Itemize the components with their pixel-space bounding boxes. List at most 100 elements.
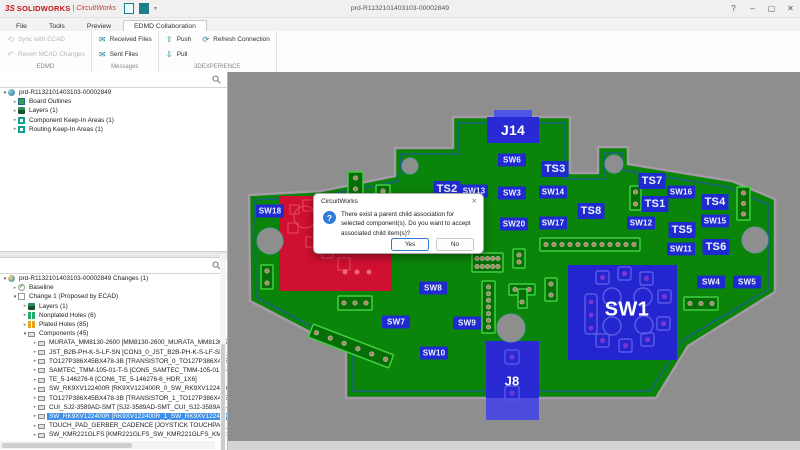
tree-item-components-45[interactable]: ▾Components (45)	[0, 329, 227, 338]
comp-icon	[38, 433, 45, 438]
changes-tree-vertical-scrollbar[interactable]	[220, 254, 226, 450]
comp-icon	[38, 387, 45, 392]
tree-item-label: Nonplated Holes (6)	[37, 312, 98, 319]
no-button[interactable]: No	[436, 238, 474, 251]
close-button[interactable]: ✕	[781, 1, 800, 17]
pcb-connector[interactable]	[482, 281, 495, 333]
tree-item-routing-keep-in-areas-1[interactable]: ▸Routing Keep-In Areas (1)	[0, 125, 227, 134]
tree-item-label: Routing Keep-In Areas (1)	[27, 126, 105, 133]
comp-icon	[38, 350, 45, 355]
dialog-message: There exist a parent child association f…	[341, 210, 475, 238]
tree-item-prd-r1132101403103-00002849[interactable]: ▾prd-R1132101403103-00002849	[0, 88, 227, 97]
pcb-connector[interactable]	[513, 249, 525, 268]
layers-icon	[18, 107, 25, 114]
tree-item-murata-mm8130-2600-mm8130-2600-murata-mm[interactable]: ▸MURATA_MM8130-2600 [MM8130-2600_MURATA_…	[0, 338, 227, 347]
tree-item-layers-1[interactable]: ▸Layers (1)	[0, 302, 227, 311]
tree-item-label: MURATA_MM8130-2600 [MM8130-2600_MURATA_M…	[47, 339, 227, 346]
tree-item-label: TO127P386X45BX478-3B [TRANSISTOR_0_TO127…	[47, 358, 227, 365]
tree-item-label: prd-R1132101403103-00002849	[17, 89, 113, 96]
comp-icon	[38, 359, 45, 364]
comp-icon	[38, 424, 45, 429]
title-bar: 3S SOLIDWORKS | CircuitWorks ▾ prd-R1132…	[0, 0, 800, 18]
tree-item-layers-1[interactable]: ▸Layers (1)	[0, 106, 227, 115]
sync-with-ecad-button: ⟲Sync with ECAD	[6, 33, 65, 46]
sent-icon: ✉	[98, 50, 107, 59]
tree-item-label: prd-R1132101403103-00002849 Changes (1)	[17, 275, 150, 282]
tree-item-component-keep-in-areas-1[interactable]: ▸Component Keep-In Areas (1)	[0, 116, 227, 125]
ds-logo-icon: 3S	[5, 4, 15, 13]
quick-access-dropdown-icon[interactable]: ▾	[154, 5, 157, 12]
maximize-button[interactable]: ▢	[762, 1, 781, 17]
globe2-icon	[8, 275, 15, 282]
tree-item-samtec-tmm-105-01-t-s-con5-samtec-tmm-10[interactable]: ▸SAMTEC_TMM-105-01-T-S [CON5_SAMTEC_TMM-…	[0, 366, 227, 375]
tree-item-touch-pad-gerber-cadence-joystick-touchp[interactable]: ▸TOUCH_PAD_GERBER_CADENCE [JOYSTICK TOUC…	[0, 421, 227, 430]
comp-icon	[38, 414, 45, 419]
pcb-connector[interactable]	[630, 186, 641, 210]
globe-icon	[8, 89, 15, 96]
tree-item-prd-r1132101403103-00002849-changes-1[interactable]: ▾prd-R1132101403103-00002849 Changes (1)	[0, 274, 227, 283]
tree-item-to127p386x45bx478-3b-transistor-0-to127p[interactable]: ▸TO127P386X45BX478-3B [TRANSISTOR_0_TO12…	[0, 357, 227, 366]
tree-item-label: SW_RK9XV122400R [RK9XV122400R_0_SW_RK9XV…	[47, 385, 227, 392]
pcb-viewport[interactable]: SW18TS2SW13J14SW6TS3SW3SW14SW20SW17TS8TS…	[228, 72, 800, 450]
tree-item-change-1-proposed-by-ecad[interactable]: ▾Change 1 (Proposed by ECAD)	[0, 292, 227, 301]
received-icon: ✉	[98, 35, 107, 44]
received-files-button[interactable]: ✉Received Files	[98, 33, 152, 46]
tree-item-to127p386x45bx478-3b-transistor-1-to127p[interactable]: ▸TO127P386X45BX478-3B [TRANSISTOR_1_TO12…	[0, 393, 227, 402]
tree-item-label: Baseline	[27, 284, 56, 291]
comp-icon	[38, 378, 45, 383]
ribbon-group-label: 3DEXPERIENCE	[165, 62, 270, 72]
j8-connector[interactable]	[486, 341, 539, 420]
ribbon-group-label: Messages	[98, 62, 152, 72]
new-document-icon[interactable]	[124, 3, 134, 14]
tree-item-plated-holes-85[interactable]: ▸Plated Holes (85)	[0, 320, 227, 329]
comps-icon	[28, 332, 35, 337]
tree-item-baseline[interactable]: ▸✓Baseline	[0, 283, 227, 292]
push-button[interactable]: ⇧Push	[165, 33, 192, 46]
tree-item-cui-sj2-3589ad-smt-sj2-3589ad-smt-cui-sj[interactable]: ▸CUI_SJ2-3589AD-SMT [SJ2-3589AD-SMT_CUI_…	[0, 403, 227, 412]
baseline-icon: ✓	[18, 284, 25, 291]
minimize-button[interactable]: –	[743, 1, 762, 17]
window-title: prd-R1132101403103-00002849	[0, 5, 800, 12]
pcb-connector[interactable]	[338, 296, 372, 310]
yes-button[interactable]: Yes	[391, 238, 429, 251]
comp-icon	[38, 396, 45, 401]
pcb-connector[interactable]	[545, 278, 557, 301]
tree-item-sw-kmr221glfs-kmr221glfs-sw-kmr221glfs-k[interactable]: ▸SW_KMR221GLFS [KMR221GLFS_SW_KMR221GLFS…	[0, 430, 227, 438]
changes-search-input[interactable]	[0, 258, 227, 274]
tree-item-label: Components (45)	[37, 330, 90, 337]
tree-item-te-5-146276-6-con6-te-5-146276-6-hdr-1x6[interactable]: ▸TE_5-146276-6 [CON6_TE_5-146276-6_HDR_1…	[0, 375, 227, 384]
j14-connector[interactable]	[487, 110, 539, 143]
tree-item-label: Plated Holes (85)	[37, 321, 90, 328]
dialog-close-icon[interactable]: ✕	[472, 197, 477, 205]
changes-tree-horizontal-scrollbar[interactable]	[0, 441, 215, 449]
pcb-board-canvas	[228, 72, 800, 450]
p-icon	[28, 321, 35, 328]
circuitworks-window: 3S SOLIDWORKS | CircuitWorks ▾ prd-R1132…	[0, 0, 800, 450]
sw1-component[interactable]	[568, 265, 677, 360]
save-icon[interactable]	[139, 3, 149, 14]
refresh-connection-button[interactable]: ⟳Refresh Connection	[201, 33, 269, 46]
tree-item-label: CUI_SJ2-3589AD-SMT [SJ2-3589AD-SMT_CUI_S…	[47, 404, 227, 411]
explorer-search-input[interactable]	[0, 72, 227, 88]
tree-item-label: SAMTEC_TMM-105-01-T-S [CON5_SAMTEC_TMM-1…	[47, 367, 227, 374]
canvas-bottom-strip	[228, 441, 800, 450]
keepin-icon	[18, 126, 25, 133]
keepin-icon	[18, 117, 25, 124]
pcb-connector[interactable]	[348, 172, 363, 195]
pcb-connector[interactable]	[540, 238, 640, 251]
layers-icon	[28, 303, 35, 310]
tree-item-jst-b2b-ph-k-s-lf-sn-con3-0-jst-b2b-ph-k[interactable]: ▸JST_B2B-PH-K-S-LF-SN [CON3_0_JST_B2B-PH…	[0, 348, 227, 357]
np-icon	[28, 312, 35, 319]
tree-item-board-outlines[interactable]: ▸Board Outlines	[0, 97, 227, 106]
comp-icon	[38, 341, 45, 346]
pcb-connector[interactable]	[261, 265, 273, 289]
tree-item-sw-rk9xv122400r-rk9xv122400r-0-sw-rk9xv1[interactable]: ▸SW_RK9XV122400R [RK9XV122400R_0_SW_RK9X…	[0, 384, 227, 393]
pcb-connector[interactable]	[684, 297, 718, 310]
tree-item-sw-rk9xv122400r-rk9xv122400r-1-sw-rk9xv1[interactable]: ▸SW_RK9XV122400R [RK9XV122400R_1_SW_RK9X…	[0, 412, 227, 421]
pull-button[interactable]: ⇩Pull	[165, 48, 188, 61]
help-button[interactable]: ?	[724, 1, 743, 17]
tree-item-nonplated-holes-6[interactable]: ▸Nonplated Holes (6)	[0, 311, 227, 320]
sent-files-button[interactable]: ✉Sent Files	[98, 48, 138, 61]
panel-splitter[interactable]	[0, 251, 227, 258]
pcb-connector[interactable]	[737, 187, 750, 220]
